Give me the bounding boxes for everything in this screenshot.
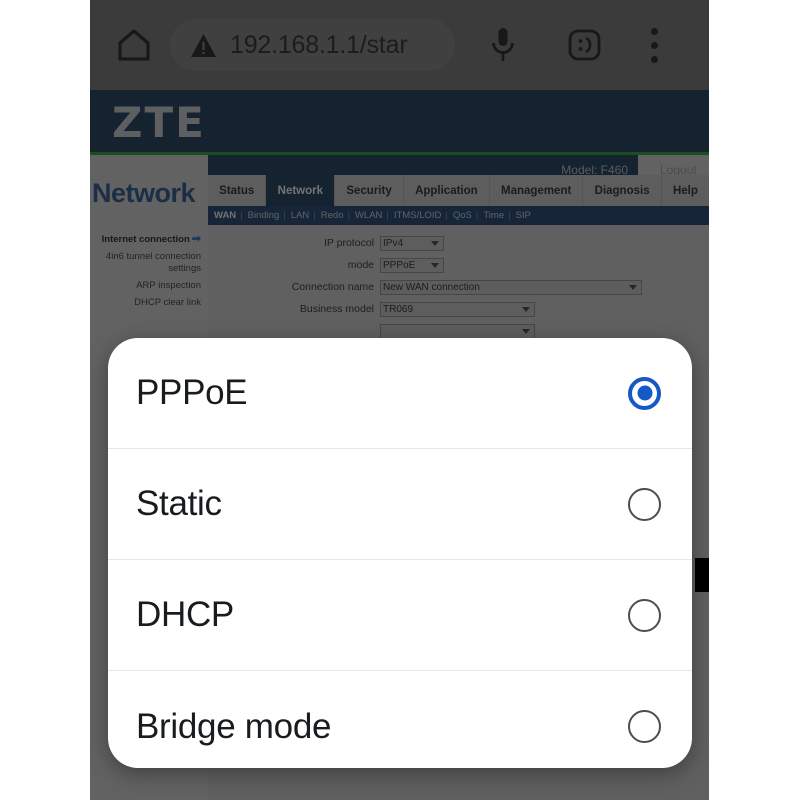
radio-dhcp[interactable] [628, 598, 661, 632]
phone-viewport: 192.168.1.1/star [90, 0, 709, 800]
radio-static[interactable] [628, 487, 661, 521]
option-label-static: Static [136, 484, 222, 523]
option-row-dhcp[interactable]: DHCP [108, 560, 692, 671]
radio-bridge-mode[interactable] [628, 710, 661, 743]
mode-select-dialog: PPPoE Static DHCP Bridge mode [108, 338, 692, 768]
option-row-bridge-mode[interactable]: Bridge mode [108, 671, 692, 768]
vertical-scrollbar-thumb[interactable] [695, 558, 709, 592]
option-row-pppoe[interactable]: PPPoE [108, 338, 692, 449]
screenshot-root: 192.168.1.1/star [0, 0, 800, 800]
radio-pppoe[interactable] [628, 376, 661, 410]
option-label-pppoe: PPPoE [136, 373, 248, 412]
option-row-static[interactable]: Static [108, 449, 692, 560]
option-label-dhcp: DHCP [136, 595, 234, 634]
option-label-bridge-mode: Bridge mode [136, 706, 332, 746]
